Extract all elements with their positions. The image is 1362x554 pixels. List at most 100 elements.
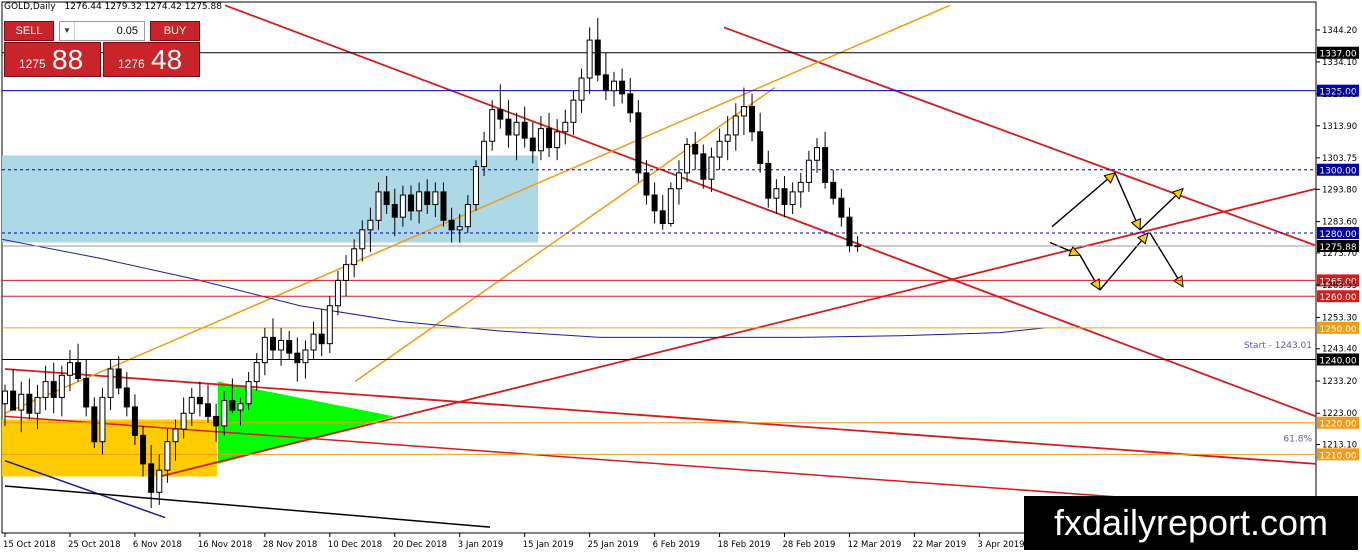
candle-body xyxy=(302,349,309,364)
candle-body xyxy=(554,131,561,149)
candle-body xyxy=(781,188,788,206)
candle-body xyxy=(140,434,147,465)
price-chart[interactable]: Start - 1243.0161.8% 1337.001325.001300.… xyxy=(0,0,1362,554)
sell-price-button[interactable]: 1275 88 xyxy=(4,42,101,77)
candle-body xyxy=(310,333,317,351)
candle-body xyxy=(700,153,707,180)
x-tick-label: 6 Feb 2019 xyxy=(653,540,701,550)
candle-body xyxy=(675,172,682,190)
y-tick-label: 1263.55 xyxy=(1322,281,1357,291)
candle-body xyxy=(42,381,49,398)
candle-body xyxy=(83,377,90,408)
candle-body xyxy=(2,390,8,405)
candle-body xyxy=(237,403,244,411)
candle-body xyxy=(351,248,358,266)
candle-body xyxy=(773,188,780,199)
buy-price-pips: 48 xyxy=(151,44,183,75)
candle-body xyxy=(424,191,431,206)
candle-body xyxy=(448,219,455,231)
candle-body xyxy=(334,279,341,307)
candle-body xyxy=(408,194,414,212)
candle-body xyxy=(156,469,163,493)
candle-body xyxy=(562,121,569,133)
x-tick-label: 15 Jan 2019 xyxy=(523,540,574,550)
candle-body xyxy=(213,415,220,427)
level-tag-1210.00: 1210.00 xyxy=(1319,451,1356,461)
candle-body xyxy=(269,336,276,351)
candle-body xyxy=(318,333,325,345)
candle-body xyxy=(464,204,471,228)
candle-body xyxy=(91,406,98,443)
candle-body xyxy=(253,362,260,383)
candle-body xyxy=(570,99,577,123)
candle-body xyxy=(481,140,488,168)
candle-body xyxy=(627,93,634,114)
y-tick-label: 1334.10 xyxy=(1322,58,1357,68)
candle-body xyxy=(66,362,73,376)
candle-body xyxy=(716,140,723,158)
price-axis: 1337.001325.001300.001280.001275.881265.… xyxy=(1316,26,1359,461)
y-tick-label: 1273.70 xyxy=(1322,249,1357,259)
buy-button[interactable]: BUY xyxy=(150,21,200,41)
candle-body xyxy=(684,143,691,174)
y-tick-label: 1323.95 xyxy=(1322,90,1357,100)
candle-body xyxy=(740,105,747,117)
candle-body xyxy=(107,368,114,398)
candle-body xyxy=(261,336,268,364)
candle-body xyxy=(278,340,285,351)
candle-body xyxy=(619,80,626,95)
candle-body xyxy=(58,374,65,398)
x-tick-label: 28 Feb 2019 xyxy=(783,540,836,550)
candle-body xyxy=(472,166,479,206)
candle-body xyxy=(529,137,536,152)
candle-body xyxy=(830,181,837,199)
candle-body xyxy=(432,191,439,206)
level-tag-1220.00: 1220.00 xyxy=(1319,420,1356,430)
candle-body xyxy=(578,77,585,101)
candle-body xyxy=(75,362,82,379)
candle-body xyxy=(172,428,179,443)
candle-body xyxy=(659,210,666,224)
candle-body xyxy=(651,194,658,212)
chart-header: GOLD,Daily 1276.44 1279.32 1274.42 1275.… xyxy=(4,2,222,12)
level-tag-1300.00: 1300.00 xyxy=(1319,167,1356,177)
candle-body xyxy=(822,147,829,183)
candle-body xyxy=(367,219,374,231)
x-tick-label: 10 Dec 2018 xyxy=(328,540,382,550)
candle-body xyxy=(586,39,593,79)
lot-size-input[interactable]: ▼ 0.05 xyxy=(59,21,145,41)
candle-body xyxy=(245,381,252,405)
candle-body xyxy=(34,396,41,414)
candle-body xyxy=(326,305,333,345)
candle-body xyxy=(708,156,715,180)
x-tick-label: 6 Nov 2018 xyxy=(133,540,182,550)
candle-body xyxy=(50,381,57,398)
candle-body xyxy=(537,128,544,152)
candle-body xyxy=(180,412,187,430)
candle-body xyxy=(838,197,845,218)
candle-body xyxy=(667,188,674,224)
candle-body xyxy=(164,441,171,471)
x-tick-label: 3 Apr 2019 xyxy=(977,540,1024,550)
candle-body xyxy=(757,131,764,164)
candle-body xyxy=(805,159,812,183)
candle-body xyxy=(456,226,463,231)
annotation-61-8-: 61.8% xyxy=(1283,434,1312,444)
y-tick-label: 1313.90 xyxy=(1322,122,1357,132)
y-tick-label: 1283.60 xyxy=(1322,218,1357,228)
level-tag-1250.00: 1250.00 xyxy=(1319,325,1356,335)
candle-body xyxy=(375,191,382,221)
buy-price-prefix: 1276 xyxy=(118,57,145,71)
candle-body xyxy=(611,80,617,92)
candle-body xyxy=(196,396,203,405)
lot-decrease-icon[interactable]: ▼ xyxy=(60,22,75,40)
candle-body xyxy=(635,112,642,174)
candle-body xyxy=(115,368,122,389)
x-tick-label: 20 Dec 2018 xyxy=(393,540,447,550)
sell-button[interactable]: SELL xyxy=(4,21,54,41)
candle-body xyxy=(789,191,796,206)
x-tick-label: 18 Feb 2019 xyxy=(718,540,771,550)
buy-price-button[interactable]: 1276 48 xyxy=(103,42,200,77)
candle-body xyxy=(732,115,739,136)
candle-body xyxy=(643,172,650,196)
